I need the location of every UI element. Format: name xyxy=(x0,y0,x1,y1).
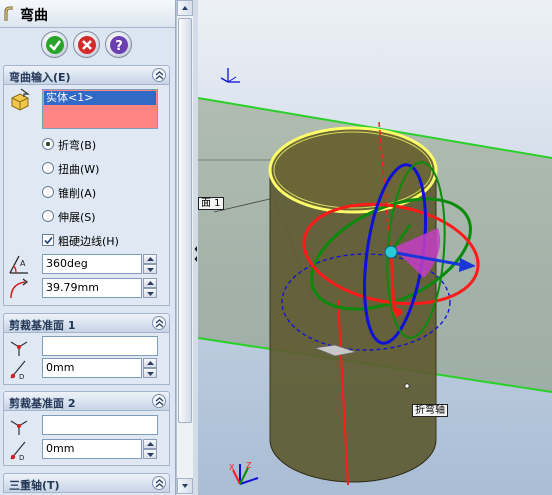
distance-icon: D xyxy=(10,441,26,462)
ok-button[interactable] xyxy=(41,31,68,58)
graphics-viewport[interactable]: X Z 面 1 折弯轴 xyxy=(198,0,552,495)
radio-twist[interactable] xyxy=(42,162,54,174)
triad-origin[interactable] xyxy=(384,245,398,259)
vertex-selection-icon xyxy=(10,420,28,435)
reference-triad-icon xyxy=(220,68,240,83)
close-icon xyxy=(78,36,96,54)
angle-input[interactable]: 360deg xyxy=(42,254,142,274)
triad-title: 三重轴(T) xyxy=(9,479,60,492)
triad-group-header[interactable]: 三重轴(T) xyxy=(3,473,170,493)
body-selection-list[interactable]: 实体<1> xyxy=(42,89,158,129)
selection-item[interactable]: 实体<1> xyxy=(44,91,156,105)
radius-spinner[interactable] xyxy=(143,278,157,298)
help-button[interactable]: ? xyxy=(105,31,132,58)
property-manager-scrollbar[interactable] xyxy=(176,0,193,495)
cancel-button[interactable] xyxy=(73,31,100,58)
spin-up-button[interactable] xyxy=(143,254,157,264)
svg-text:?: ? xyxy=(115,39,123,54)
trim-plane1-spinner[interactable] xyxy=(143,358,157,378)
label-rigid-edges: 粗硬边线(H) xyxy=(58,235,119,248)
rigid-edges-checkbox[interactable] xyxy=(42,234,54,246)
scroll-up-button[interactable] xyxy=(177,0,193,16)
checkmark-icon xyxy=(44,236,53,245)
bend-input-group-title: 弯曲输入(E) xyxy=(9,71,71,84)
svg-text:X: X xyxy=(229,463,235,472)
feature-title-bar: 弯曲 xyxy=(0,0,175,28)
spin-down-button[interactable] xyxy=(143,264,157,274)
collapse-icon[interactable] xyxy=(152,394,166,408)
trim-plane1-distance-input[interactable]: 0mm xyxy=(42,358,142,378)
model-scene[interactable]: X Z xyxy=(198,0,552,495)
trim-plane1-title: 剪裁基准面 1 xyxy=(9,319,76,332)
label-twist: 扭曲(W) xyxy=(58,163,100,176)
spin-down-button[interactable] xyxy=(143,449,157,459)
collapse-icon[interactable] xyxy=(152,316,166,330)
svg-text:A: A xyxy=(20,259,26,268)
trim-plane2-distance-input[interactable]: 0mm xyxy=(42,439,142,459)
spin-up-button[interactable] xyxy=(143,278,157,288)
bend-feature-icon xyxy=(4,6,13,21)
svg-text:D: D xyxy=(19,454,24,462)
view-orientation-triad-icon: X Z xyxy=(229,461,259,485)
label-stretch: 伸展(S) xyxy=(58,211,96,224)
radius-input[interactable]: 39.79mm xyxy=(42,278,142,298)
trim-plane1-group-header[interactable]: 剪裁基准面 1 xyxy=(3,313,170,333)
property-manager: 弯曲 ? 弯曲输入(E) 实体<1> 折弯(B) 扭曲(W) 锥削(A) 伸展(… xyxy=(0,0,176,495)
scroll-down-button[interactable] xyxy=(177,478,193,494)
axis-point xyxy=(404,383,410,389)
radius-icon xyxy=(10,278,28,299)
collapse-icon[interactable] xyxy=(152,476,166,490)
distance-icon: D xyxy=(10,360,26,381)
spin-up-button[interactable] xyxy=(143,358,157,368)
scroll-thumb[interactable] xyxy=(178,18,192,423)
svg-text:Z: Z xyxy=(246,461,252,470)
angle-spinner[interactable] xyxy=(143,254,157,274)
svg-text:D: D xyxy=(19,373,24,381)
spin-up-button[interactable] xyxy=(143,439,157,449)
radio-stretch[interactable] xyxy=(42,210,54,222)
feature-title: 弯曲 xyxy=(20,8,48,24)
spin-down-button[interactable] xyxy=(143,288,157,298)
bend-input-group-header[interactable]: 弯曲输入(E) xyxy=(3,65,170,85)
radio-fold[interactable] xyxy=(42,138,54,150)
checkmark-icon xyxy=(46,36,64,54)
bend-axis-tag[interactable]: 折弯轴 xyxy=(412,404,448,417)
angle-icon: A xyxy=(9,255,28,274)
trim-plane2-group-header[interactable]: 剪裁基准面 2 xyxy=(3,391,170,411)
label-taper: 锥削(A) xyxy=(58,187,97,200)
help-icon: ? xyxy=(110,36,128,54)
trim-plane2-reference-field[interactable] xyxy=(42,415,158,435)
body-selection-icon xyxy=(11,88,30,111)
trim-plane2-spinner[interactable] xyxy=(143,439,157,459)
spin-down-button[interactable] xyxy=(143,368,157,378)
trim-plane2-title: 剪裁基准面 2 xyxy=(9,397,76,410)
plane-tag[interactable]: 面 1 xyxy=(198,197,224,210)
vertex-selection-icon xyxy=(10,341,28,356)
action-button-bar: ? xyxy=(0,28,175,62)
trim-plane1-reference-field[interactable] xyxy=(42,336,158,356)
collapse-icon[interactable] xyxy=(152,68,166,82)
radio-taper[interactable] xyxy=(42,186,54,198)
label-fold: 折弯(B) xyxy=(58,139,97,152)
